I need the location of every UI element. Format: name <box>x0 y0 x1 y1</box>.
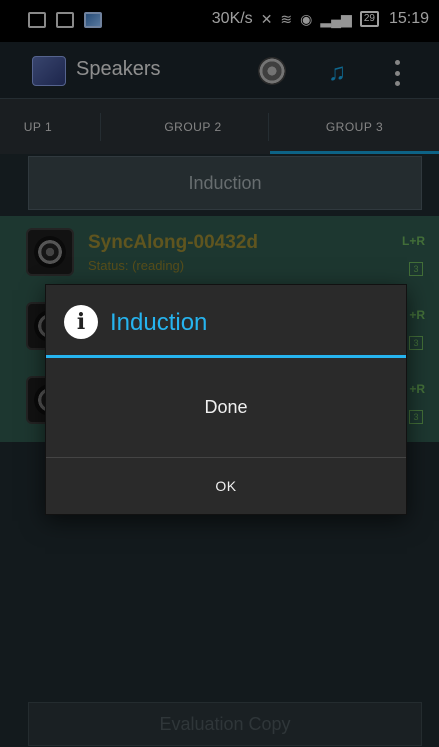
dialog-title-divider <box>46 355 406 358</box>
dialog-message: Done <box>204 397 248 417</box>
induction-dialog: i Induction Done OK <box>45 284 407 515</box>
ok-button[interactable]: OK <box>46 458 406 514</box>
screen: 30K/s ✕ ≋ ◉ ▂▄▆ 29 15:19 Speakers ♫ UP 1… <box>0 0 439 747</box>
dialog-header: i Induction <box>46 285 406 363</box>
dialog-title: Induction <box>110 309 208 336</box>
info-icon: i <box>64 305 98 339</box>
